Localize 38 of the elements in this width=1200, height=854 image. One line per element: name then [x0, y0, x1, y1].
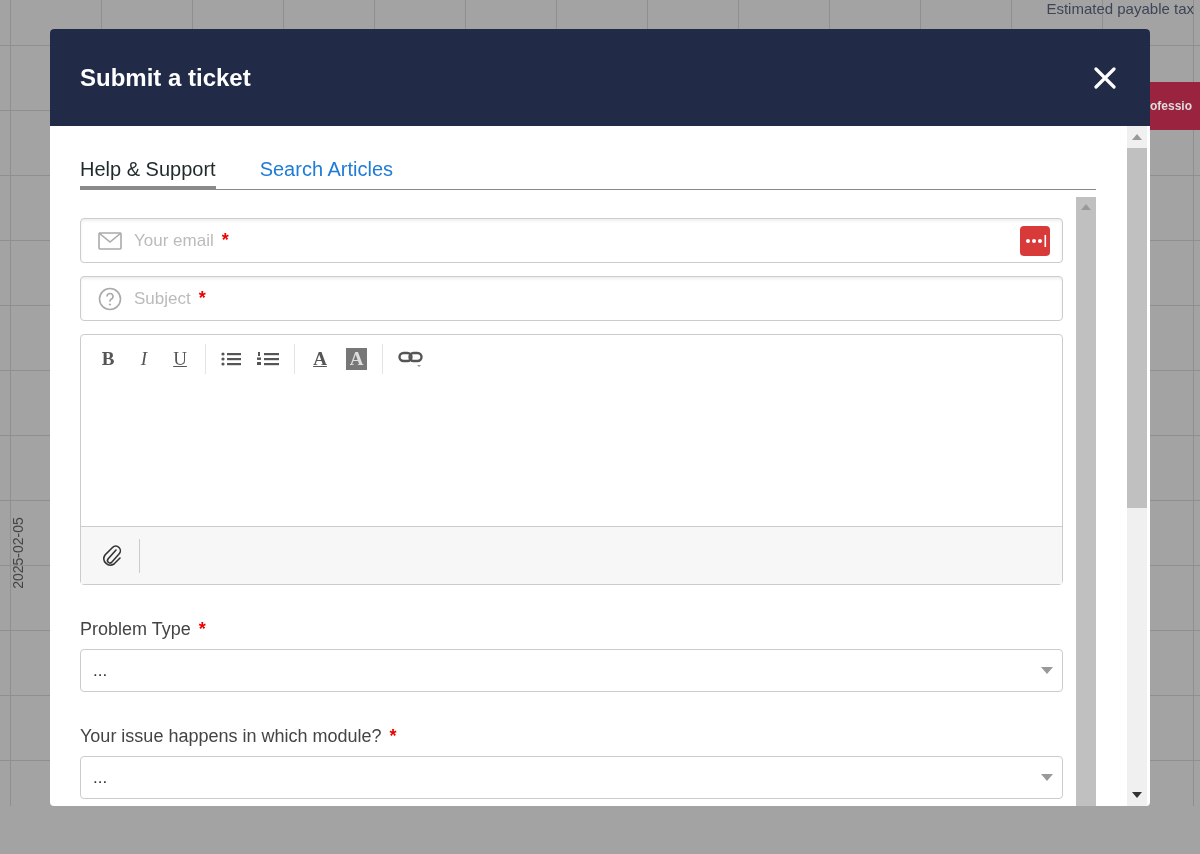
- close-icon[interactable]: [1094, 66, 1116, 89]
- field-label: Your issue happens in which module?: [80, 726, 382, 747]
- summary-label: Estimated payable tax: [1046, 0, 1194, 17]
- required-mark: *: [389, 726, 397, 747]
- dropdown-field[interactable]: ...: [80, 649, 1063, 692]
- scroll-down-icon[interactable]: [1132, 792, 1142, 798]
- font-color-button[interactable]: A: [305, 348, 335, 370]
- profession-button[interactable]: ofessio: [1150, 82, 1200, 130]
- field-placeholder: Your email: [134, 230, 214, 251]
- text-editor[interactable]: B I U A A: [80, 334, 1063, 585]
- input-field[interactable]: Your email *: [80, 218, 1063, 263]
- numbered-list-icon[interactable]: [257, 352, 279, 366]
- input-field[interactable]: Subject *: [80, 276, 1063, 321]
- tab[interactable]: Search Articles: [259, 158, 394, 189]
- caret-icon: [1041, 774, 1053, 781]
- dropdown-value: ...: [93, 660, 108, 681]
- dropdown-value: ...: [93, 767, 108, 788]
- dialog-title: Submit a ticket: [80, 63, 251, 92]
- scrollbar[interactable]: [1076, 197, 1096, 806]
- envelope-icon: [98, 231, 122, 250]
- required-mark: *: [221, 230, 229, 251]
- italic-button[interactable]: I: [129, 348, 159, 370]
- field-label: Problem Type: [80, 619, 191, 640]
- scrollbar[interactable]: [1127, 126, 1147, 806]
- axis-date-label: 2025-02-05: [9, 517, 26, 589]
- bold-button[interactable]: B: [93, 348, 123, 370]
- caret-icon: [1041, 667, 1053, 674]
- underline-button[interactable]: U: [165, 348, 195, 370]
- link-icon[interactable]: [398, 350, 424, 368]
- password-manager-icon[interactable]: [1020, 225, 1050, 256]
- bullet-list-icon[interactable]: [221, 352, 241, 366]
- paperclip-icon[interactable]: [101, 543, 123, 568]
- dropdown-field[interactable]: ...: [80, 756, 1063, 799]
- required-mark: *: [198, 288, 206, 309]
- tab[interactable]: Help & Support: [80, 158, 216, 190]
- question-icon: [98, 286, 122, 311]
- required-mark: *: [198, 619, 206, 640]
- field-placeholder: Subject: [134, 288, 191, 309]
